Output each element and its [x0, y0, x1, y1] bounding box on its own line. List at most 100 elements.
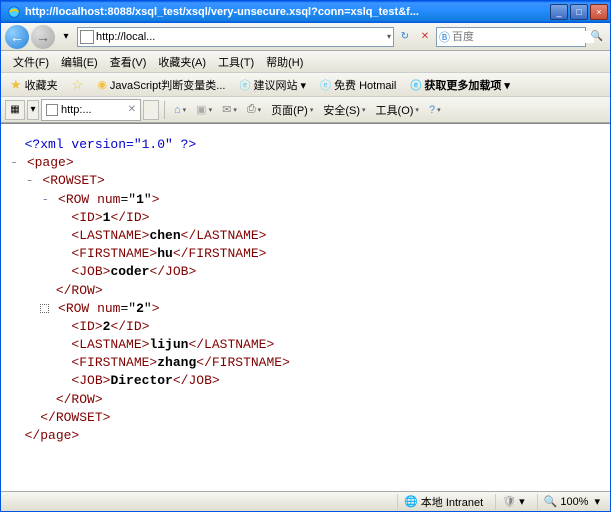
page-label: 页面(P): [271, 102, 308, 118]
xml-node: <JOB>coder</JOB>: [9, 263, 602, 281]
address-input[interactable]: [96, 29, 387, 45]
tab-title: http:...: [61, 104, 92, 116]
xml-node: </ROWSET>: [9, 409, 602, 427]
tools-menu[interactable]: 工具(O)▾: [372, 100, 423, 120]
safety-menu[interactable]: 安全(S)▾: [319, 100, 369, 120]
quicktabs-button[interactable]: ▦: [5, 100, 25, 120]
xml-node: <ID>1</ID>: [9, 209, 602, 227]
xml-node: </ROW>: [9, 391, 602, 409]
stop-button[interactable]: ✕: [416, 28, 434, 46]
back-button[interactable]: ←: [5, 25, 29, 49]
help-button[interactable]: ?▾: [425, 102, 445, 118]
search-bar[interactable]: Ⓑ: [436, 27, 586, 47]
mail-button[interactable]: ✉▾: [218, 101, 241, 118]
xml-node: <FIRSTNAME>hu</FIRSTNAME>: [9, 245, 602, 263]
zoom-level: 100%: [560, 496, 588, 508]
xml-node: <LASTNAME>chen</LASTNAME>: [9, 227, 602, 245]
help-icon: ?: [429, 104, 435, 116]
minimize-button[interactable]: _: [550, 4, 568, 20]
page-icon: [46, 104, 58, 116]
fav-text: 建议网站 ▾: [253, 77, 306, 93]
xml-node: <FIRSTNAME>zhang</FIRSTNAME>: [9, 354, 602, 372]
js-icon: ◉: [97, 78, 107, 91]
home-button[interactable]: ⌂▾: [170, 102, 190, 118]
search-provider-icon: Ⓑ: [439, 29, 450, 45]
search-input[interactable]: [452, 31, 594, 43]
search-button[interactable]: 🔍: [588, 28, 606, 46]
close-button[interactable]: ×: [590, 4, 608, 20]
xml-node: <LASTNAME>lijun</LASTNAME>: [9, 336, 602, 354]
zone-indicator[interactable]: 🌐本地 Intranet: [397, 494, 489, 510]
xml-node: <ROW num="2">: [9, 300, 602, 318]
zone-text: 本地 Intranet: [421, 494, 483, 510]
globe-icon: 🌐: [404, 495, 418, 508]
fav-text: JavaScript判断变量类...: [110, 77, 226, 93]
menu-edit[interactable]: 编辑(E): [55, 52, 104, 72]
window-title: http://localhost:8088/xsql_test/xsql/ver…: [25, 6, 550, 18]
page-menu[interactable]: 页面(P)▾: [267, 100, 317, 120]
content-area: <?xml version="1.0" ?> - <page> - <ROWSE…: [1, 123, 610, 491]
tab-bar: ▦ ▾ http:... ✕ ⌂▾ ▣▾ ✉▾ ⎙▾ 页面(P)▾ 安全(S)▾…: [1, 97, 610, 123]
xml-declaration: <?xml version="1.0" ?>: [9, 136, 602, 154]
title-bar: http://localhost:8088/xsql_test/xsql/ver…: [1, 1, 610, 23]
xml-node: - <ROW num="1">: [9, 191, 602, 209]
fav-text: 免费 Hotmail: [334, 77, 396, 93]
fav-link-addons[interactable]: ⓔ获取更多加载项 ▾: [407, 76, 513, 94]
nav-bar: ← → ▾ ▾ ↻ ✕ Ⓑ 🔍: [1, 23, 610, 51]
xml-node: <ID>2</ID>: [9, 318, 602, 336]
tab-active[interactable]: http:... ✕: [41, 99, 141, 121]
zoom-icon: 🔍: [544, 495, 558, 508]
status-bar: 🌐本地 Intranet 🛡▾ 🔍100%▾: [1, 491, 610, 511]
new-tab-button[interactable]: [143, 100, 159, 120]
xml-node: - <page>: [9, 154, 602, 172]
mail-icon: ✉: [222, 103, 231, 116]
favorites-button[interactable]: ★收藏夹: [7, 76, 61, 94]
xml-node: - <ROWSET>: [9, 172, 602, 190]
address-bar[interactable]: ▾: [77, 27, 394, 47]
page-icon: [80, 30, 94, 44]
ie-small-icon: ⓔ: [410, 77, 421, 93]
menu-file[interactable]: 文件(F): [7, 52, 55, 72]
menu-help[interactable]: 帮助(H): [260, 52, 309, 72]
menu-view[interactable]: 查看(V): [104, 52, 153, 72]
fav-link-suggest[interactable]: ⓔ建议网站 ▾: [236, 76, 309, 94]
zoom-control[interactable]: 🔍100%▾: [537, 494, 606, 510]
ie-icon: [7, 5, 21, 19]
xml-node: </page>: [9, 427, 602, 445]
tab-list-button[interactable]: ▾: [27, 100, 39, 120]
menu-favorites[interactable]: 收藏夹(A): [152, 52, 212, 72]
favorites-bar: ★收藏夹 ☆ ◉JavaScript判断变量类... ⓔ建议网站 ▾ ⓔ免费 H…: [1, 73, 610, 97]
separator: [164, 101, 165, 119]
safety-label: 安全(S): [323, 102, 360, 118]
expand-toggle[interactable]: [40, 304, 49, 313]
fav-link-hotmail[interactable]: ⓔ免费 Hotmail: [317, 76, 399, 94]
feeds-button[interactable]: ▣▾: [192, 101, 216, 118]
collapse-toggle[interactable]: -: [9, 154, 19, 172]
print-icon: ⎙: [247, 103, 256, 116]
ie-small-icon: ⓔ: [320, 77, 331, 93]
maximize-button[interactable]: □: [570, 4, 588, 20]
refresh-button[interactable]: ↻: [396, 28, 414, 46]
protected-mode[interactable]: 🛡▾: [495, 494, 531, 510]
menu-bar: 文件(F) 编辑(E) 查看(V) 收藏夹(A) 工具(T) 帮助(H): [1, 51, 610, 73]
collapse-toggle[interactable]: -: [25, 172, 35, 190]
add-favorite-button[interactable]: ☆: [69, 76, 87, 94]
favorites-label: 收藏夹: [25, 77, 58, 93]
print-button[interactable]: ⎙▾: [243, 101, 265, 118]
nav-dropdown-icon[interactable]: ▾: [57, 28, 75, 46]
star-add-icon: ☆: [72, 77, 84, 93]
fav-link-js[interactable]: ◉JavaScript判断变量类...: [94, 76, 228, 94]
ie-small-icon: ⓔ: [239, 77, 250, 93]
fav-text: 获取更多加载项 ▾: [424, 77, 510, 93]
tools-label: 工具(O): [376, 102, 414, 118]
menu-tools[interactable]: 工具(T): [212, 52, 260, 72]
xml-node: <JOB>Director</JOB>: [9, 372, 602, 390]
star-icon: ★: [10, 77, 22, 93]
address-dropdown-icon[interactable]: ▾: [387, 32, 391, 41]
home-icon: ⌂: [174, 104, 181, 116]
forward-button[interactable]: →: [31, 25, 55, 49]
xml-node: </ROW>: [9, 282, 602, 300]
tab-close-icon[interactable]: ✕: [128, 104, 136, 115]
collapse-toggle[interactable]: -: [40, 191, 50, 209]
rss-icon: ▣: [196, 103, 206, 116]
